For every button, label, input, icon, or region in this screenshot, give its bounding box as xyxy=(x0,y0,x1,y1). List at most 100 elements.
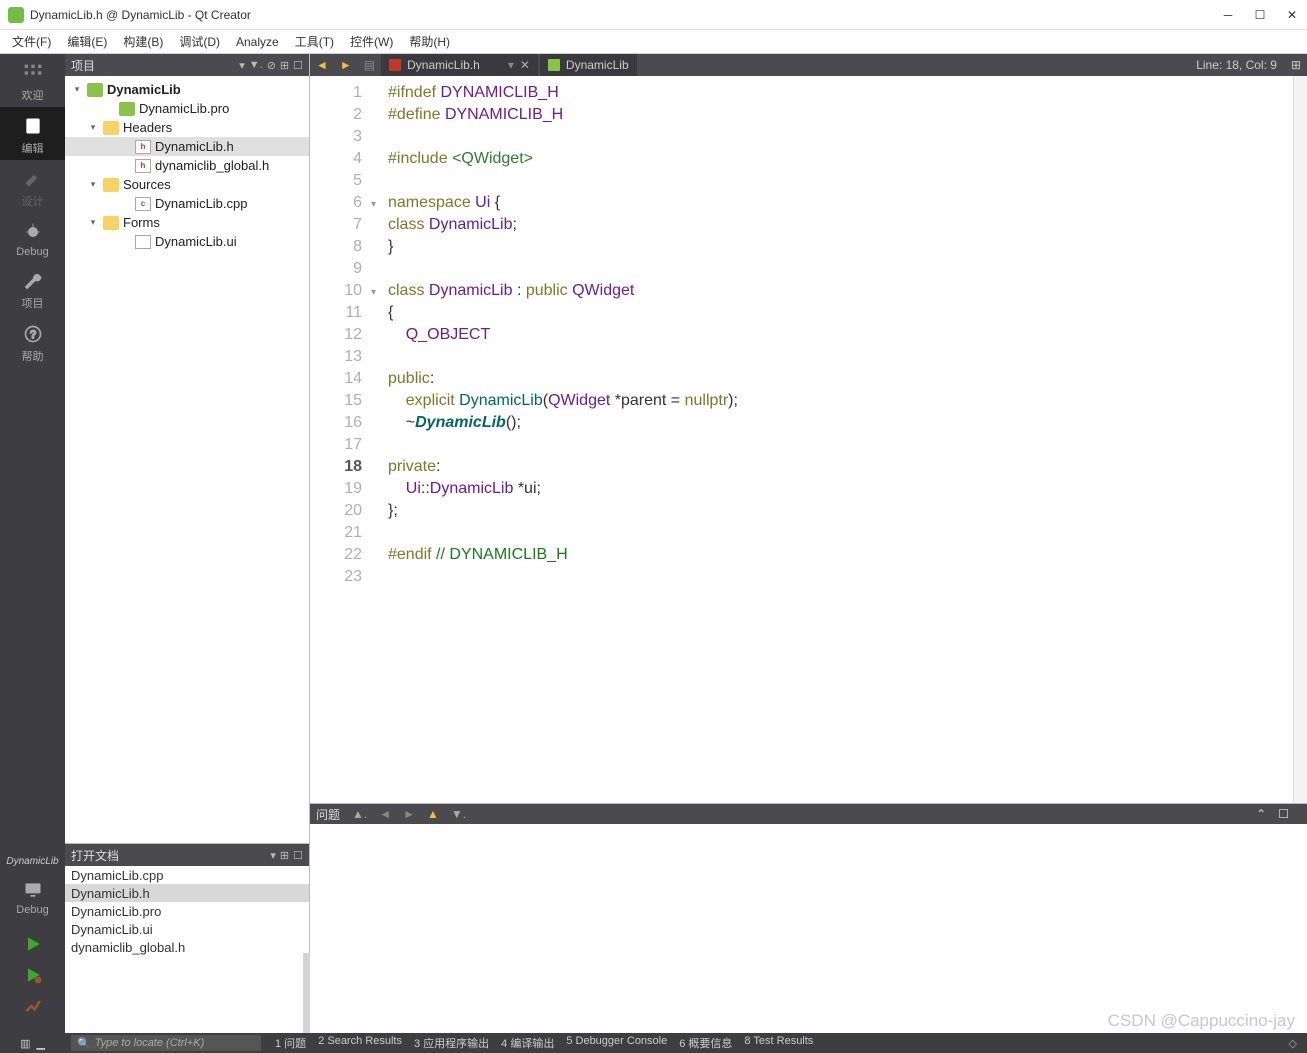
dropdown-icon[interactable]: ▾ xyxy=(270,849,276,862)
locator-input[interactable]: 🔍 Type to locate (Ctrl+K) xyxy=(71,1035,261,1051)
debug-run-button[interactable] xyxy=(21,965,45,988)
split-icon[interactable]: ⊞ xyxy=(1285,58,1307,72)
output-tab[interactable]: 3 应用程序输出 xyxy=(414,1035,489,1051)
menu-build[interactable]: 构建(B) xyxy=(115,30,171,53)
window-title: DynamicLib.h @ DynamicLib - Qt Creator xyxy=(30,8,1221,22)
tree-sources[interactable]: ▾Sources xyxy=(65,175,309,194)
svg-text:?: ? xyxy=(29,329,35,341)
overview-strip[interactable] xyxy=(1293,76,1307,803)
project-panel-header: 项目 ▾ ▼. ⊘ ⊞ ☐ xyxy=(65,54,309,76)
expand-icon[interactable]: ⌃ xyxy=(1256,807,1266,821)
side-column: 项目 ▾ ▼. ⊘ ⊞ ☐ ▾DynamicLib DynamicLib.pro… xyxy=(65,54,310,1033)
edit-icon xyxy=(22,115,44,137)
tree-forms[interactable]: ▾Forms xyxy=(65,213,309,232)
tree-pro-file[interactable]: DynamicLib.pro xyxy=(65,99,309,118)
wrench-icon xyxy=(22,270,44,292)
title-bar: DynamicLib.h @ DynamicLib - Qt Creator ─… xyxy=(0,0,1307,30)
tree-form-file[interactable]: DynamicLib.ui xyxy=(65,232,309,251)
output-tab[interactable]: 1 问题 xyxy=(275,1035,306,1051)
mode-design[interactable]: 设计 xyxy=(0,160,65,213)
status-bar: ▥ ▁ 🔍 Type to locate (Ctrl+K) 1 问题 2 Sear… xyxy=(0,1033,1307,1053)
close-pane-icon[interactable]: ☐ xyxy=(1278,807,1289,821)
filter-icon[interactable]: ▼. xyxy=(249,59,263,71)
resize-handle[interactable] xyxy=(303,953,310,1033)
open-doc-item[interactable]: DynamicLib.pro xyxy=(65,902,309,920)
mode-welcome[interactable]: 欢迎 xyxy=(0,54,65,107)
h-file-icon: h xyxy=(135,159,151,173)
add-split-icon[interactable]: ⊞ xyxy=(280,59,289,72)
grid-icon xyxy=(22,62,44,84)
open-doc-item[interactable]: DynamicLib.cpp xyxy=(65,866,309,884)
output-tab[interactable]: 2 Search Results xyxy=(318,1035,402,1051)
code-area[interactable]: #ifndef DYNAMICLIB_H#define DYNAMICLIB_H… xyxy=(380,76,1293,803)
open-doc-item[interactable]: DynamicLib.h xyxy=(65,884,309,902)
nav-fwd-icon[interactable]: ► xyxy=(334,58,358,72)
close-panel-icon[interactable]: ☐ xyxy=(293,849,303,862)
mode-projects[interactable]: 项目 xyxy=(0,262,65,315)
tree-project[interactable]: ▾DynamicLib xyxy=(65,80,309,99)
minimize-button[interactable]: ─ xyxy=(1221,8,1235,22)
folder-icon xyxy=(103,216,119,230)
toggle-sidebar-icon[interactable]: ▥ xyxy=(20,1037,30,1050)
folder-icon xyxy=(103,121,119,135)
run-button[interactable] xyxy=(21,934,45,957)
menu-file[interactable]: 文件(F) xyxy=(4,30,59,53)
close-panel-icon[interactable]: ☐ xyxy=(293,59,303,72)
line-gutter[interactable]: 12345▾6789▾1011121314151617181920212223 xyxy=(310,76,380,803)
filter-icon[interactable]: ▲. xyxy=(352,807,367,821)
menu-analyze[interactable]: Analyze xyxy=(228,30,287,53)
maximize-button[interactable]: ☐ xyxy=(1253,8,1267,22)
open-doc-item[interactable]: dynamiclib_global.h xyxy=(65,938,309,956)
tree-header-file[interactable]: hDynamicLib.h xyxy=(65,137,309,156)
add-split-icon[interactable]: ⊞ xyxy=(280,849,289,862)
progress-toggle-icon[interactable]: ◇ xyxy=(1289,1037,1297,1050)
tree-source-file[interactable]: cDynamicLib.cpp xyxy=(65,194,309,213)
prev-icon[interactable]: ◄ xyxy=(379,807,391,821)
tree-header-file[interactable]: hdynamiclib_global.h xyxy=(65,156,309,175)
kit-project[interactable]: DynamicLib xyxy=(4,852,60,871)
ui-file-icon xyxy=(135,235,151,249)
dropdown-icon[interactable]: ▾ xyxy=(508,58,514,72)
output-tab[interactable]: 6 概要信息 xyxy=(679,1035,732,1051)
h-file-icon: h xyxy=(135,140,151,154)
code-editor[interactable]: 12345▾6789▾1011121314151617181920212223 … xyxy=(310,76,1307,803)
mode-debug[interactable]: Debug xyxy=(0,213,65,262)
cursor-position: Line: 18, Col: 9 xyxy=(1188,58,1285,72)
nav-back-icon[interactable]: ◄ xyxy=(310,58,334,72)
toggle-output-icon[interactable]: ▁ xyxy=(36,1037,44,1050)
project-tree[interactable]: ▾DynamicLib DynamicLib.pro ▾Headers hDyn… xyxy=(65,76,309,843)
editor-tab-project[interactable]: DynamicLib xyxy=(540,54,637,76)
build-button[interactable] xyxy=(21,996,45,1019)
menu-bar: 文件(F) 编辑(E) 构建(B) 调试(D) Analyze 工具(T) 控件… xyxy=(0,30,1307,54)
mode-help[interactable]: ? 帮助 xyxy=(0,315,65,368)
warning-icon[interactable]: ▲ xyxy=(427,807,439,821)
link-icon[interactable]: ⊘ xyxy=(267,59,276,72)
issues-body xyxy=(310,824,1307,1033)
editor-toolbar: ◄ ► ▤ DynamicLib.h ▾ ✕ DynamicLib Line: … xyxy=(310,54,1307,76)
help-icon: ? xyxy=(22,323,44,345)
output-tab[interactable]: 5 Debugger Console xyxy=(566,1035,667,1051)
project-icon xyxy=(87,83,103,97)
mode-edit[interactable]: 编辑 xyxy=(0,107,65,160)
menu-help[interactable]: 帮助(H) xyxy=(401,30,458,53)
folder-icon xyxy=(103,178,119,192)
open-doc-item[interactable]: DynamicLib.ui xyxy=(65,920,309,938)
kit-selector[interactable]: Debug xyxy=(0,871,65,920)
output-tab[interactable]: 8 Test Results xyxy=(744,1035,813,1051)
tree-headers[interactable]: ▾Headers xyxy=(65,118,309,137)
filter2-icon[interactable]: ▼. xyxy=(451,807,466,821)
output-tab[interactable]: 4 编译输出 xyxy=(501,1035,554,1051)
dropdown-icon[interactable]: ▾ xyxy=(239,59,245,72)
editor-tab-file[interactable]: DynamicLib.h ▾ ✕ xyxy=(381,54,538,76)
mode-bar: 欢迎 编辑 设计 Debug 项目 ? 帮助 DynamicLib Debug xyxy=(0,54,65,1033)
menu-tools[interactable]: 工具(T) xyxy=(287,30,342,53)
pro-file-icon xyxy=(119,102,135,116)
menu-widgets[interactable]: 控件(W) xyxy=(342,30,401,53)
menu-edit[interactable]: 编辑(E) xyxy=(59,30,115,53)
close-button[interactable]: ✕ xyxy=(1285,8,1299,22)
next-icon[interactable]: ► xyxy=(403,807,415,821)
menu-debug[interactable]: 调试(D) xyxy=(171,30,228,53)
open-docs-list[interactable]: DynamicLib.cppDynamicLib.hDynamicLib.pro… xyxy=(65,866,309,1033)
bug-icon xyxy=(22,221,44,243)
close-tab-icon[interactable]: ✕ xyxy=(520,58,530,72)
